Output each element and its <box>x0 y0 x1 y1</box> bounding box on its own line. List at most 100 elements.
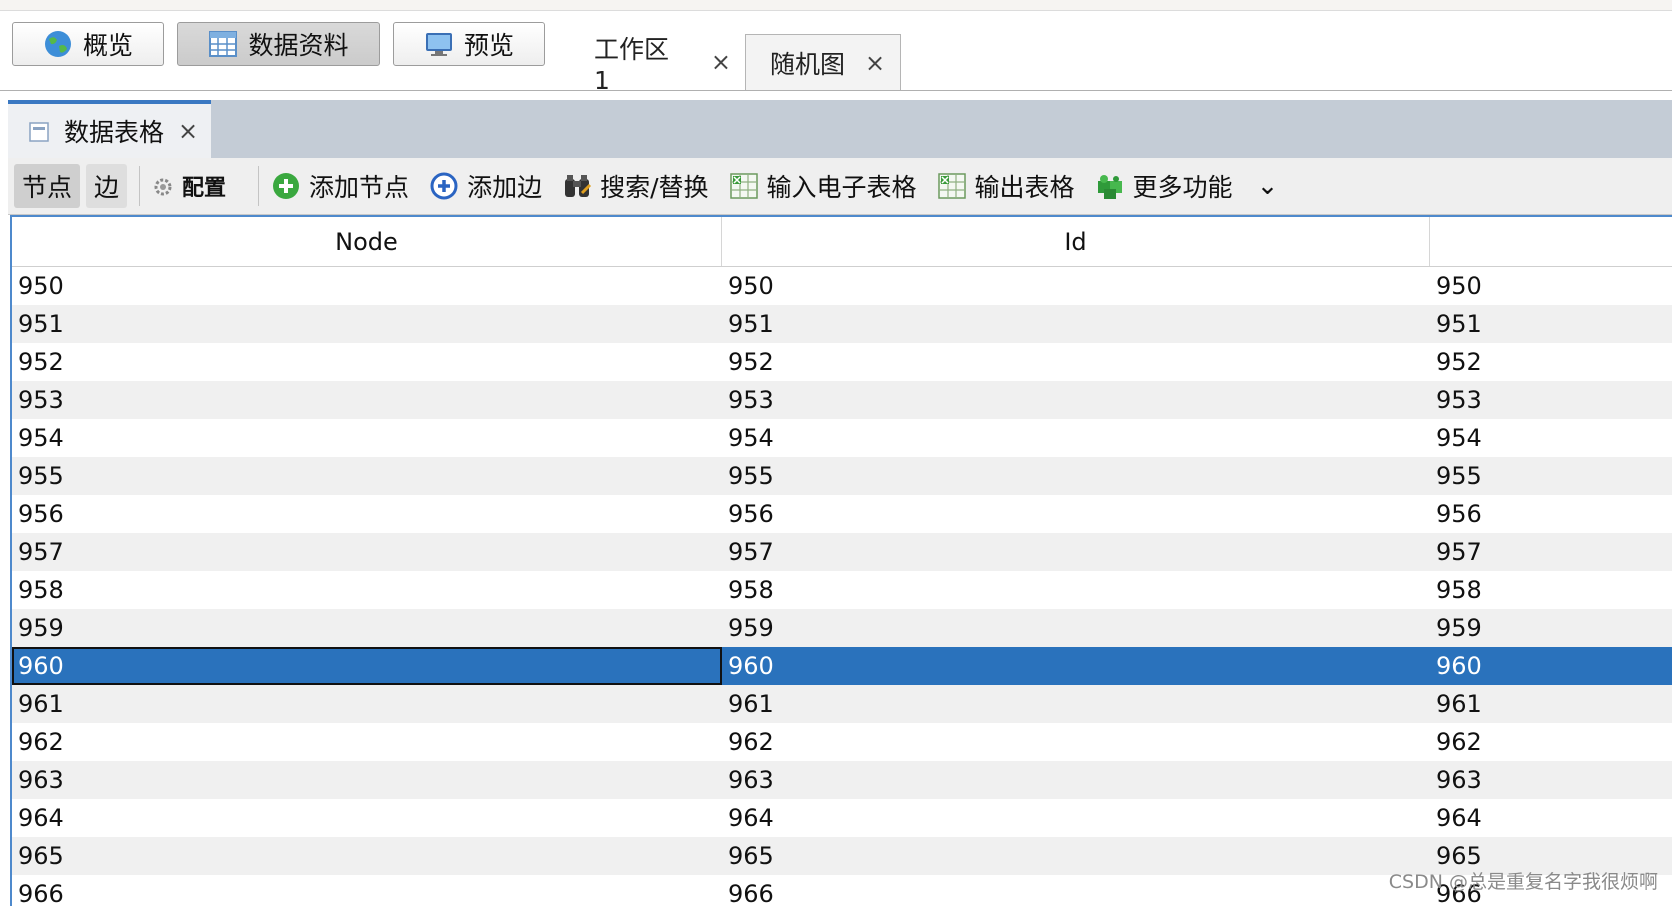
tab-workspace-1-label: 工作区 1 <box>594 34 670 95</box>
column-header-id[interactable]: Id <box>722 217 1430 266</box>
table-cell[interactable]: 957 <box>1430 533 1672 571</box>
table-row-selected[interactable]: 960 960 960 <box>12 647 1672 685</box>
table-cell[interactable]: 950 <box>722 267 1430 305</box>
close-icon[interactable]: × <box>178 117 198 145</box>
add-node-button[interactable]: 添加节点 <box>271 168 409 204</box>
table-row[interactable]: 961 961 961 <box>12 685 1672 723</box>
more-functions-button[interactable]: 更多功能 <box>1095 168 1233 204</box>
table-cell[interactable]: 959 <box>12 609 722 647</box>
table-cell[interactable]: 957 <box>722 533 1430 571</box>
search-replace-button[interactable]: 搜索/替换 <box>562 168 709 204</box>
table-cell[interactable]: 954 <box>1430 419 1672 457</box>
table-cell[interactable]: 958 <box>1430 571 1672 609</box>
table-cell[interactable]: 958 <box>12 571 722 609</box>
table-cell[interactable]: 950 <box>12 267 722 305</box>
edges-toggle[interactable]: 边 <box>86 164 128 208</box>
table-cell[interactable]: 957 <box>12 533 722 571</box>
table-cell[interactable]: 956 <box>722 495 1430 533</box>
tab-workspace-1[interactable]: 工作区 1 × <box>570 34 745 95</box>
table-row[interactable]: 951 951 951 <box>12 305 1672 343</box>
table-cell[interactable]: 961 <box>1430 685 1672 723</box>
table-cell[interactable]: 951 <box>12 305 722 343</box>
table-cell[interactable]: 950 <box>1430 267 1672 305</box>
data-table: Node Id 950 950 950 951 951 951 952 952 952 953 95… <box>10 215 1672 906</box>
tab-random-graph[interactable]: 随机图 × <box>745 34 901 90</box>
table-row[interactable]: 952 952 952 <box>12 343 1672 381</box>
table-cell[interactable]: 959 <box>722 609 1430 647</box>
table-cell[interactable]: 964 <box>1430 799 1672 837</box>
close-icon[interactable]: × <box>865 49 885 77</box>
table-row[interactable]: 954 954 954 <box>12 419 1672 457</box>
chevron-down-icon[interactable]: ⌄ <box>1257 171 1279 201</box>
overview-button[interactable]: 概览 <box>12 22 164 66</box>
import-spreadsheet-button[interactable]: 输入电子表格 <box>729 168 917 204</box>
data-laboratory-button[interactable]: 数据资料 <box>177 22 380 66</box>
table-cell[interactable]: 966 <box>12 875 722 906</box>
add-edge-icon <box>429 171 459 201</box>
table-row[interactable]: 957 957 957 <box>12 533 1672 571</box>
table-cell[interactable]: 951 <box>722 305 1430 343</box>
table-cell[interactable]: 960 <box>1430 647 1672 685</box>
table-cell[interactable]: 955 <box>12 457 722 495</box>
panel-title: 数据表格 <box>64 118 165 147</box>
puzzle-icon <box>1095 171 1125 201</box>
add-node-icon <box>271 171 301 201</box>
table-cell[interactable]: 955 <box>722 457 1430 495</box>
table-row[interactable]: 955 955 955 <box>12 457 1672 495</box>
table-cell[interactable]: 965 <box>12 837 722 875</box>
table-cell[interactable]: 953 <box>1430 381 1672 419</box>
watermark: CSDN @总是重复名字我很烦啊 <box>1388 871 1658 893</box>
column-header-label[interactable] <box>1430 217 1672 266</box>
table-row[interactable]: 956 956 956 <box>12 495 1672 533</box>
table-cell[interactable]: 954 <box>12 419 722 457</box>
table-cell[interactable]: 961 <box>12 685 722 723</box>
table-row[interactable]: 950 950 950 <box>12 267 1672 305</box>
table-row[interactable]: 958 958 958 <box>12 571 1672 609</box>
add-edge-button[interactable]: 添加边 <box>429 168 542 204</box>
table-row[interactable]: 953 953 953 <box>12 381 1672 419</box>
tab-data-table[interactable]: 数据表格 × <box>8 100 211 158</box>
table-cell[interactable]: 955 <box>1430 457 1672 495</box>
table-cell[interactable]: 963 <box>722 761 1430 799</box>
table-cell[interactable]: 959 <box>1430 609 1672 647</box>
spreadsheet-import-icon <box>729 171 759 201</box>
table-cell[interactable]: 958 <box>722 571 1430 609</box>
table-cell[interactable]: 954 <box>722 419 1430 457</box>
table-cell[interactable]: 965 <box>722 837 1430 875</box>
table-row[interactable]: 963 963 963 <box>12 761 1672 799</box>
overview-label: 概览 <box>82 31 133 60</box>
toolbar-separator <box>258 166 260 206</box>
table-cell[interactable]: 962 <box>722 723 1430 761</box>
table-row[interactable]: 962 962 962 <box>12 723 1672 761</box>
tab-random-graph-label: 随机图 <box>770 49 846 79</box>
nodes-toggle[interactable]: 节点 <box>14 164 81 208</box>
column-header-node[interactable]: Node <box>12 217 722 266</box>
table-icon <box>28 120 50 142</box>
close-icon[interactable]: × <box>711 48 731 76</box>
table-cell[interactable]: 964 <box>722 799 1430 837</box>
globe-icon <box>43 29 73 59</box>
table-cell[interactable]: 964 <box>12 799 722 837</box>
table-cell[interactable]: 952 <box>12 343 722 381</box>
table-cell[interactable]: 952 <box>1430 343 1672 381</box>
table-cell[interactable]: 953 <box>722 381 1430 419</box>
table-cell[interactable]: 963 <box>12 761 722 799</box>
table-row[interactable]: 964 964 964 <box>12 799 1672 837</box>
config-button[interactable]: 配置 <box>152 170 226 202</box>
table-cell[interactable]: 963 <box>1430 761 1672 799</box>
table-cell[interactable]: 962 <box>1430 723 1672 761</box>
table-cell[interactable]: 961 <box>722 685 1430 723</box>
table-cell[interactable]: 952 <box>722 343 1430 381</box>
table-cell[interactable]: 962 <box>12 723 722 761</box>
table-cell[interactable]: 960 <box>12 647 722 685</box>
table-cell[interactable]: 956 <box>1430 495 1672 533</box>
table-cell[interactable]: 966 <box>722 875 1430 906</box>
table-cell[interactable]: 960 <box>722 647 1430 685</box>
table-row[interactable]: 959 959 959 <box>12 609 1672 647</box>
export-table-label: 输出表格 <box>974 173 1075 202</box>
export-table-button[interactable]: 输出表格 <box>937 168 1075 204</box>
table-cell[interactable]: 951 <box>1430 305 1672 343</box>
preview-button[interactable]: 预览 <box>393 22 545 66</box>
table-cell[interactable]: 956 <box>12 495 722 533</box>
table-cell[interactable]: 953 <box>12 381 722 419</box>
